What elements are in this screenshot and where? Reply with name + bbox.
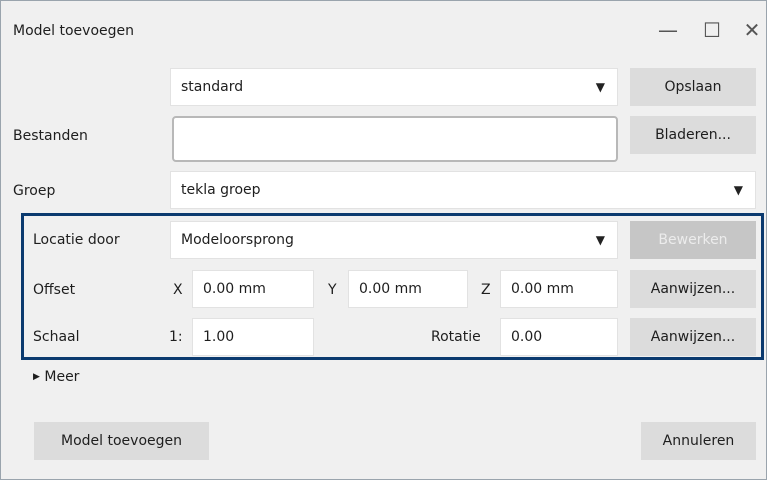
add-model-button[interactable]: Model toevoegen bbox=[34, 422, 209, 460]
location-select-value: Modeloorsprong bbox=[181, 232, 294, 248]
scale-prefix: 1: bbox=[169, 329, 183, 345]
offset-z-input[interactable]: 0.00 mm bbox=[500, 270, 618, 308]
scale-input[interactable]: 1.00 bbox=[192, 318, 314, 356]
files-label: Bestanden bbox=[13, 128, 88, 144]
group-label: Groep bbox=[13, 183, 56, 199]
maximize-icon[interactable]: ☐ bbox=[699, 17, 725, 43]
browse-button[interactable]: Bladeren... bbox=[630, 116, 756, 154]
rotation-input[interactable]: 0.00 bbox=[500, 318, 618, 356]
dialog-title: Model toevoegen bbox=[13, 23, 134, 39]
group-select[interactable]: tekla groep ▼ bbox=[170, 171, 756, 209]
offset-label: Offset bbox=[33, 282, 76, 298]
offset-y-input[interactable]: 0.00 mm bbox=[348, 270, 468, 308]
offset-z-label: Z bbox=[481, 282, 491, 298]
caret-down-icon: ▼ bbox=[733, 183, 743, 197]
group-select-value: tekla groep bbox=[181, 182, 261, 198]
scale-pick-button[interactable]: Aanwijzen... bbox=[630, 318, 756, 356]
save-button[interactable]: Opslaan bbox=[630, 68, 756, 106]
settings-select[interactable]: standard ▼ bbox=[170, 68, 618, 106]
scale-label: Schaal bbox=[33, 329, 80, 345]
offset-pick-button[interactable]: Aanwijzen... bbox=[630, 270, 756, 308]
files-input[interactable] bbox=[172, 116, 618, 162]
caret-right-icon: ▶ bbox=[33, 372, 40, 382]
more-label: Meer bbox=[44, 369, 80, 385]
caret-down-icon: ▼ bbox=[595, 80, 605, 94]
cancel-button[interactable]: Annuleren bbox=[641, 422, 756, 460]
caret-down-icon: ▼ bbox=[595, 233, 605, 247]
title-bar[interactable]: Model toevoegen — ☐ ✕ bbox=[1, 1, 766, 59]
offset-y-label: Y bbox=[328, 282, 337, 298]
more-toggle[interactable]: ▶ Meer bbox=[33, 369, 79, 385]
location-label: Locatie door bbox=[33, 232, 120, 248]
offset-x-label: X bbox=[173, 282, 183, 298]
settings-select-value: standard bbox=[181, 79, 244, 95]
minimize-icon[interactable]: — bbox=[655, 17, 681, 43]
close-icon[interactable]: ✕ bbox=[739, 17, 765, 43]
rotation-label: Rotatie bbox=[431, 329, 481, 345]
edit-button[interactable]: Bewerken bbox=[630, 221, 756, 259]
location-select[interactable]: Modeloorsprong ▼ bbox=[170, 221, 618, 259]
add-model-dialog: Model toevoegen — ☐ ✕ standard ▼ Opslaan… bbox=[0, 0, 767, 480]
offset-x-input[interactable]: 0.00 mm bbox=[192, 270, 314, 308]
